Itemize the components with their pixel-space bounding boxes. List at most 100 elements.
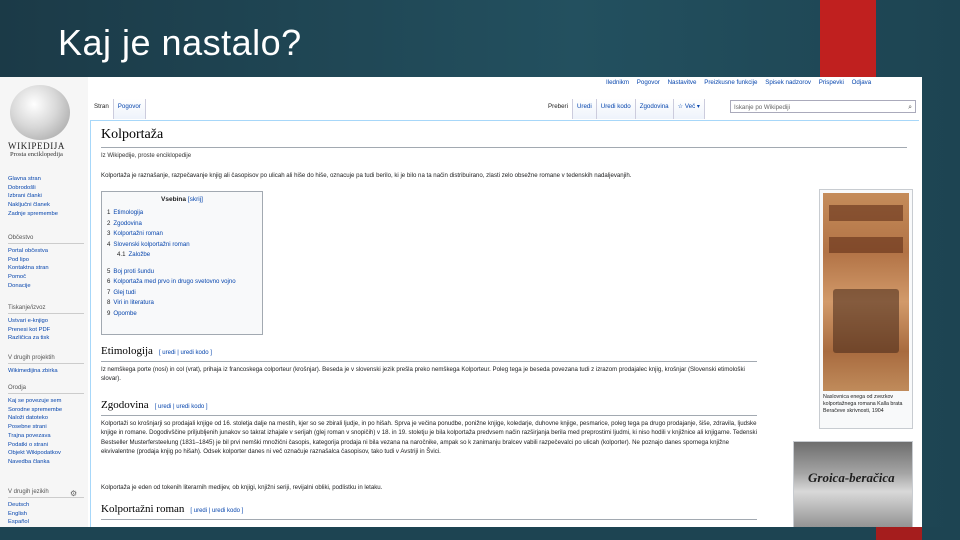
- toc-num: 4.1: [117, 251, 126, 258]
- nav-item[interactable]: Posebne strani: [8, 423, 84, 432]
- zgodovina-paragraph: Kolportaži so krošnjarji so prodajali kn…: [101, 420, 757, 456]
- user-link[interactable]: Ilednikm: [606, 79, 629, 86]
- nav-item[interactable]: Navedba članka: [8, 458, 84, 467]
- tab-more[interactable]: ☆ Več ▾: [673, 99, 706, 119]
- nav-item[interactable]: Donacije: [8, 282, 84, 291]
- search-placeholder: Iskanje po Wikipediji: [734, 104, 791, 111]
- tab-talk[interactable]: Pogovor: [113, 99, 146, 119]
- tab-page[interactable]: Stran: [90, 99, 114, 119]
- article-content: Kolportaža Iz Wikipedije, proste enciklo…: [90, 120, 919, 527]
- nav-item[interactable]: English: [8, 510, 84, 519]
- toc-label: Etimologija: [113, 209, 144, 216]
- accent-red-bar: [820, 0, 876, 78]
- nav-item[interactable]: Wikimedijina zbirka: [8, 367, 84, 376]
- section-edit-links[interactable]: [ uredi | uredi kodo ]: [159, 350, 212, 356]
- second-image-title: Groica-beračica: [808, 470, 895, 485]
- toc-list: 1 Etimologija 2 Zgodovina 3 Kolportažni rom…: [107, 208, 261, 319]
- talk-link[interactable]: Pogovor: [637, 79, 660, 86]
- toc-num: 5: [107, 267, 111, 275]
- nav-item[interactable]: Naloži datoteko: [8, 414, 84, 423]
- nav-item[interactable]: Sorodne spremembe: [8, 406, 84, 415]
- nav-item[interactable]: Ustvari e-knjigo: [8, 317, 84, 326]
- nav-item[interactable]: Dobrodošli: [8, 184, 84, 193]
- bottom-strip: [0, 527, 960, 540]
- watchlist-link[interactable]: Spisek nadzorov: [765, 79, 811, 86]
- nav-item[interactable]: Kaj se povezuje sem: [8, 397, 84, 406]
- book-cover-image[interactable]: [823, 193, 909, 391]
- toc-item[interactable]: 3 Kolportažni roman: [107, 229, 261, 240]
- heading-divider: [101, 519, 757, 520]
- heading-kolportazni-roman: Kolportažni roman [ uredi | uredi kodo ]: [101, 503, 243, 515]
- toc-num: 6: [107, 278, 111, 285]
- namespace-tabs: Stran Pogovor: [90, 99, 146, 119]
- toc-title: Vsebina [skrij]: [102, 196, 262, 203]
- toc-item[interactable]: 6 Kolportaža med prvo in drugo svetovno v…: [107, 277, 261, 288]
- nav-item[interactable]: Glavna stran: [8, 175, 84, 184]
- tagline: Iz Wikipedije, proste enciklopedije: [101, 153, 192, 159]
- nav-projects: V drugih projektih Wikimedijina zbirka: [8, 355, 84, 376]
- nav-item[interactable]: Portal občestva: [8, 247, 84, 256]
- toc-item[interactable]: 4 Slovenski kolportažni roman: [107, 240, 261, 251]
- toc-num: 7: [107, 288, 111, 296]
- toc-num: 2: [107, 219, 111, 227]
- cover-illustration: [833, 289, 899, 353]
- nav-item[interactable]: Prenesi kot PDF: [8, 326, 84, 335]
- logo-wordmark: WIKIPEDIJA: [8, 141, 65, 151]
- page-title: Kolportaža: [101, 127, 164, 142]
- nav-item[interactable]: Naključni članek: [8, 201, 84, 210]
- image-thumbnail[interactable]: Naslovnica enega od zvezkov kolportažneg…: [819, 189, 913, 429]
- heading-divider: [101, 415, 757, 416]
- slide-title: Kaj je nastalo?: [58, 22, 302, 63]
- tab-read[interactable]: Preberi: [544, 99, 573, 119]
- nav-heading: Tiskanje/izvoz: [8, 305, 84, 314]
- sidebar: WIKIPEDIJA Prosta enciklopedija Glavna s…: [0, 77, 88, 527]
- nav-item[interactable]: Pomoč: [8, 273, 84, 282]
- toc-item[interactable]: 5 Boj proti šundu: [107, 267, 261, 278]
- tab-edit[interactable]: Uredi: [572, 99, 597, 119]
- toc-label: Zgodovina: [113, 219, 142, 227]
- logout-link[interactable]: Odjava: [852, 79, 872, 86]
- cover-band: [829, 205, 903, 221]
- toc-num: 4: [107, 240, 111, 248]
- toc-item[interactable]: 4.1 Založbe: [107, 250, 261, 261]
- preferences-link[interactable]: Nastavitve: [668, 79, 697, 86]
- toc-item[interactable]: 1 Etimologija: [107, 208, 261, 219]
- nav-heading: V drugih projektih: [8, 355, 84, 364]
- toc-label: Založbe: [128, 251, 151, 258]
- toc-num: 8: [107, 299, 111, 306]
- toc-item[interactable]: 7 Glej tudi: [107, 288, 261, 299]
- nav-item[interactable]: Español: [8, 518, 84, 527]
- nav-item[interactable]: Podatki o strani: [8, 441, 84, 450]
- toc-num: 9: [107, 309, 111, 317]
- heading-text: Zgodovina: [101, 399, 149, 411]
- nav-item[interactable]: Izbrani članki: [8, 192, 84, 201]
- toc-label: Kolportaža med prvo in drugo svetovno vo…: [113, 278, 236, 285]
- section-edit-links[interactable]: [ uredi | uredi kodo ]: [155, 404, 208, 410]
- nav-main: Glavna stran Dobrodošli Izbrani članki N…: [8, 175, 84, 219]
- contributions-link[interactable]: Prispevki: [819, 79, 844, 86]
- toc-hide-link[interactable]: [skrij]: [188, 196, 203, 203]
- etimologija-paragraph: Iz nemškega porte (nosi) in col (vrat), …: [101, 366, 745, 383]
- tab-history[interactable]: Zgodovina: [635, 99, 674, 119]
- section-edit-links[interactable]: [ uredi | uredi kodo ]: [190, 508, 243, 514]
- heading-text: Kolportažni roman: [101, 503, 185, 515]
- nav-item[interactable]: Objekt Wikipodatkov: [8, 449, 84, 458]
- search-input[interactable]: Iskanje po Wikipediji ⌕: [730, 100, 916, 113]
- heading-zgodovina: Zgodovina [ uredi | uredi kodo ]: [101, 399, 208, 411]
- toc-item[interactable]: 8 Viri in literatura: [107, 298, 261, 309]
- wikipedia-logo-icon[interactable]: [10, 85, 70, 140]
- nav-item[interactable]: Deutsch: [8, 501, 84, 510]
- second-image[interactable]: Groica-beračica: [793, 441, 913, 527]
- beta-link[interactable]: Preizkusne funkcije: [704, 79, 757, 86]
- toc-item[interactable]: 9 Opombe: [107, 309, 261, 320]
- toc-item[interactable]: 2 Zgodovina: [107, 219, 261, 230]
- search-icon[interactable]: ⌕: [908, 101, 912, 114]
- heading-divider: [101, 361, 757, 362]
- gear-icon[interactable]: ⚙: [70, 489, 77, 498]
- nav-item[interactable]: Pod lipo: [8, 256, 84, 265]
- tab-edit-source[interactable]: Uredi kodo: [596, 99, 636, 119]
- nav-item[interactable]: Trajna povezava: [8, 432, 84, 441]
- nav-item[interactable]: Kontaktna stran: [8, 264, 84, 273]
- nav-item[interactable]: Zadnje spremembe: [8, 210, 84, 219]
- nav-item[interactable]: Različica za tisk: [8, 334, 84, 343]
